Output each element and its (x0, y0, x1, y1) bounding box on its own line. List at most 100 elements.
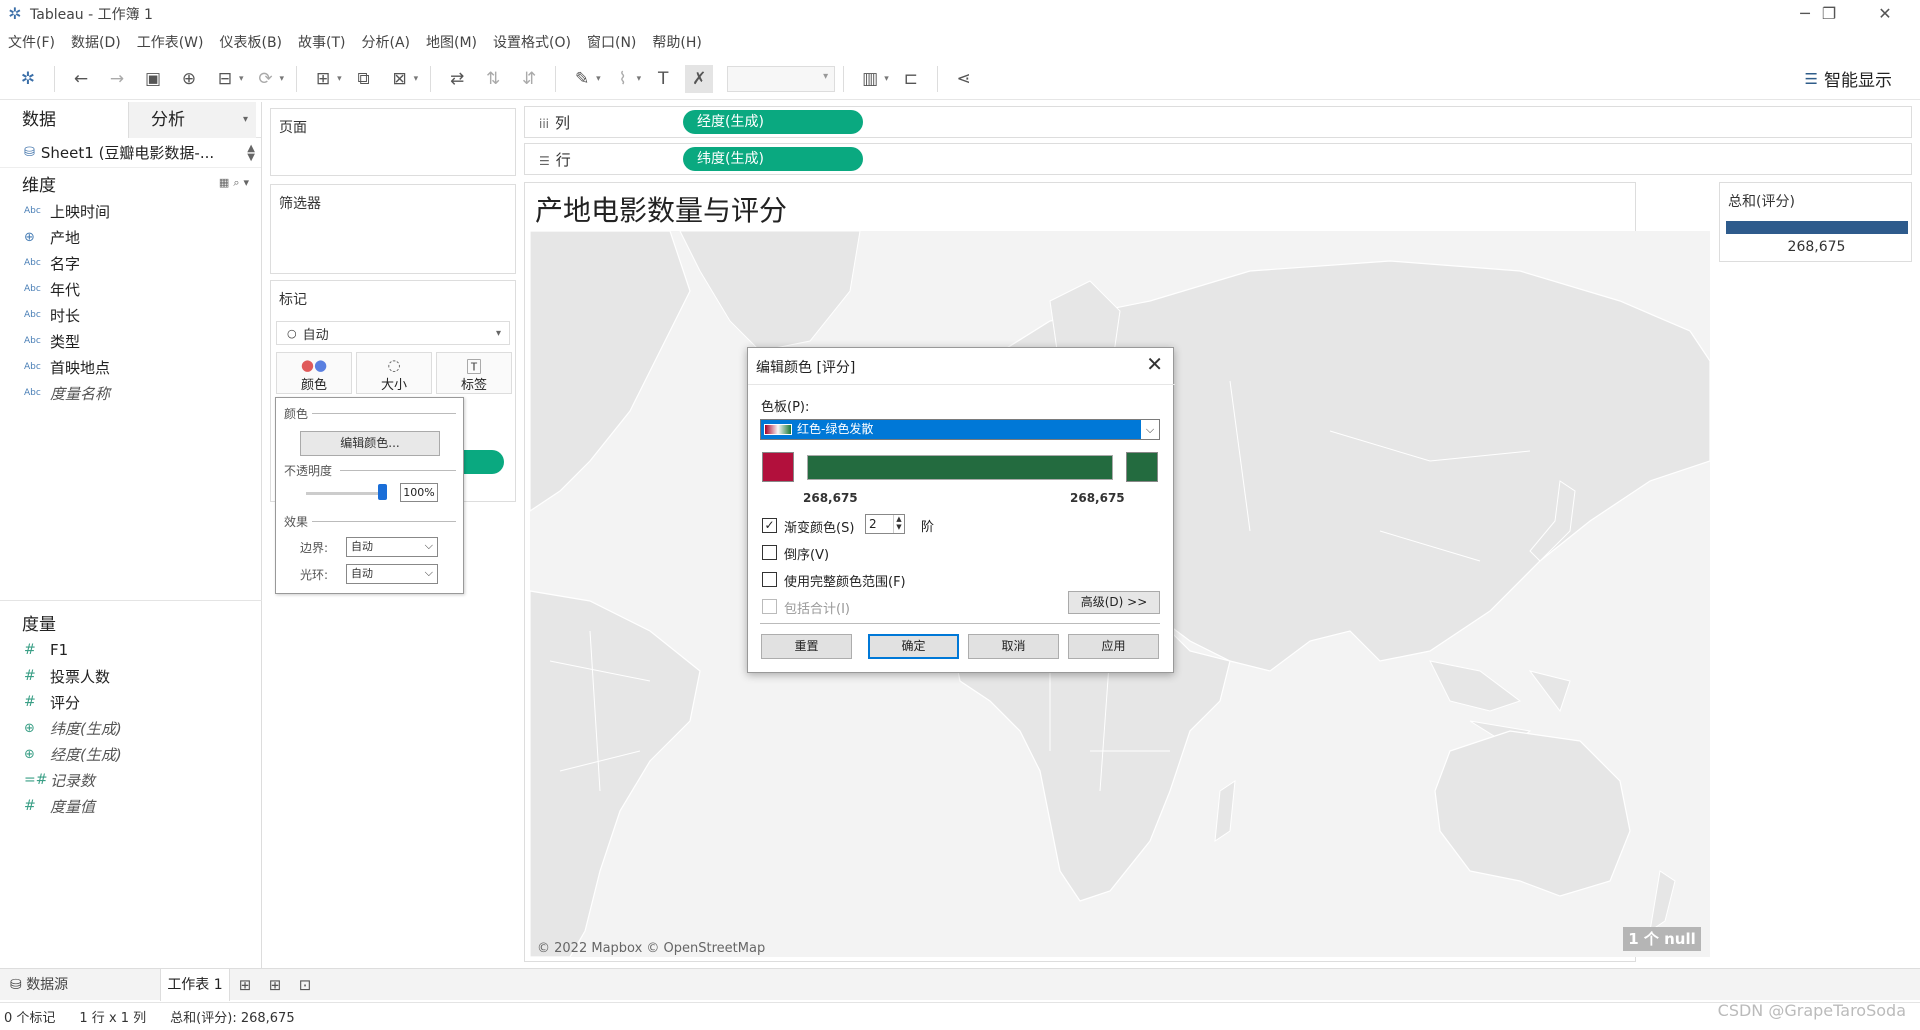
start-color-swatch[interactable] (762, 452, 794, 482)
apply-button[interactable]: 应用 (1068, 634, 1159, 659)
group-icon[interactable]: ⌇ (609, 65, 637, 93)
share-icon[interactable]: ⋖ (950, 65, 978, 93)
sort-ascending-icon[interactable]: ⇅ (479, 65, 507, 93)
measure-item[interactable]: ⊕ 纬度(生成) (0, 715, 262, 741)
measure-item[interactable]: # 评分 (0, 689, 262, 715)
new-datasource-icon[interactable]: ⊕ (175, 65, 203, 93)
new-sheet-icon[interactable]: ⊞ (309, 65, 337, 93)
fit-dropdown[interactable] (727, 65, 836, 92)
presentation-mode-icon[interactable]: ⊏ (897, 65, 925, 93)
latitude-pill[interactable]: 纬度(生成) (683, 147, 863, 171)
color-mark-button[interactable]: ●● 颜色 (276, 352, 352, 394)
chevron-down-icon[interactable]: ▾ (637, 74, 642, 84)
ok-button[interactable]: 确定 (868, 634, 959, 659)
close-icon[interactable]: ✕ (1146, 352, 1163, 376)
new-story-icon[interactable]: ⊡ (290, 976, 320, 994)
tab-analysis[interactable]: 分析 (128, 102, 256, 138)
menu-dashboard[interactable]: 仪表板(B) (219, 32, 282, 52)
measure-item[interactable]: # 投票人数 (0, 663, 262, 689)
border-select[interactable]: 自动 (346, 537, 438, 557)
restore-button[interactable]: ❐ (1806, 0, 1852, 28)
dimension-item[interactable]: Abc 首映地点 (0, 354, 261, 380)
halo-select[interactable]: 自动 (346, 564, 438, 584)
dimension-item[interactable]: Abc 度量名称 (0, 380, 261, 406)
marks-pill[interactable] (462, 450, 504, 474)
stepped-color-checkbox[interactable]: ✓ (762, 518, 777, 533)
sheet-title[interactable]: 产地电影数量与评分 (535, 189, 787, 229)
swap-icon[interactable]: ⇄ (443, 65, 471, 93)
columns-shelf[interactable]: iii 列 经度(生成) (524, 106, 1912, 138)
duplicate-sheet-icon[interactable]: ⧉ (350, 65, 378, 93)
measure-item[interactable]: # 度量值 (0, 793, 262, 819)
menu-file[interactable]: 文件(F) (8, 32, 55, 52)
menu-format[interactable]: 设置格式(O) (493, 32, 571, 52)
menu-map[interactable]: 地图(M) (426, 32, 477, 52)
reversed-checkbox[interactable] (762, 545, 777, 560)
refresh-icon[interactable]: ⟳ (252, 65, 280, 93)
dimension-item[interactable]: Abc 时长 (0, 302, 261, 328)
datasource-tab[interactable]: ⛁ 数据源 (0, 969, 160, 1001)
fix-axes-icon[interactable]: ✗ (685, 64, 714, 93)
new-worksheet-icon[interactable]: ⊞ (230, 976, 260, 994)
new-dashboard-icon[interactable]: ⊞ (260, 976, 290, 994)
mark-type-dropdown[interactable]: ○ 自动 (276, 321, 510, 345)
pause-updates-icon[interactable]: ⊟ (211, 65, 239, 93)
edit-color-button[interactable]: 编辑颜色... (300, 431, 440, 456)
pages-card[interactable]: 页面 (270, 108, 516, 176)
chevron-down-icon[interactable]: ▾ (596, 74, 601, 84)
search-icon[interactable]: ▦⌕▾ (219, 176, 253, 190)
rows-shelf[interactable]: ☰ 行 纬度(生成) (524, 143, 1912, 175)
menu-worksheet[interactable]: 工作表(W) (137, 32, 204, 52)
full-range-checkbox[interactable] (762, 572, 777, 587)
filters-card[interactable]: 筛选器 (270, 184, 516, 274)
sort-descending-icon[interactable]: ⇵ (515, 65, 543, 93)
null-indicator[interactable]: 1 个 null (1623, 927, 1701, 951)
dimension-item[interactable]: Abc 名字 (0, 250, 261, 276)
cancel-button[interactable]: 取消 (968, 634, 1059, 659)
close-window-button[interactable]: ✕ (1862, 0, 1908, 28)
show-cards-icon[interactable]: ▥ (856, 65, 884, 93)
steps-spinner[interactable]: ▲ ▼ (893, 515, 904, 533)
show-me-button[interactable]: ☰ 智能显示 (1805, 66, 1892, 92)
tableau-icon[interactable]: ✲ (14, 65, 42, 93)
opacity-value-input[interactable]: 100% (400, 483, 438, 502)
menu-help[interactable]: 帮助(H) (652, 32, 701, 52)
chevron-down-icon[interactable]: ▾ (884, 74, 889, 84)
menu-window[interactable]: 窗口(N) (587, 32, 636, 52)
reset-button[interactable]: 重置 (761, 634, 852, 659)
measure-item[interactable]: # F1 (0, 637, 262, 663)
opacity-slider-thumb[interactable] (378, 484, 387, 500)
dimension-item[interactable]: Abc 类型 (0, 328, 261, 354)
chevron-down-icon[interactable]: ▾ (337, 74, 342, 84)
chevron-down-icon[interactable]: ⌵ (1141, 420, 1159, 439)
menu-story[interactable]: 故事(T) (298, 32, 345, 52)
updown-icon[interactable]: ▲ ▼ (247, 144, 255, 163)
menu-analysis[interactable]: 分析(A) (362, 32, 411, 52)
redo-icon[interactable]: → (103, 65, 131, 93)
opacity-slider-track[interactable] (306, 492, 384, 495)
palette-select[interactable]: 红色-绿色发散 ⌵ (760, 419, 1160, 440)
datasource-selector[interactable]: ⛁ Sheet1 (豆瓣电影数据-... ▲ ▼ (0, 138, 261, 168)
chevron-down-icon[interactable]: ▾ (239, 74, 244, 84)
dimension-item[interactable]: ⊕ 产地 (0, 224, 261, 250)
chevron-down-icon[interactable]: ▾ (280, 74, 285, 84)
advanced-button[interactable]: 高级(D) >> (1068, 591, 1160, 614)
save-icon[interactable]: ▣ (139, 65, 167, 93)
dimension-item[interactable]: Abc 年代 (0, 276, 261, 302)
longitude-pill[interactable]: 经度(生成) (683, 110, 863, 134)
sheet-tab[interactable]: 工作表 1 (160, 968, 230, 1001)
measure-item[interactable]: =# 记录数 (0, 767, 262, 793)
show-labels-icon[interactable]: T (649, 65, 677, 93)
highlight-icon[interactable]: ✎ (568, 65, 596, 93)
clear-sheet-icon[interactable]: ⊠ (386, 65, 414, 93)
tab-data[interactable]: 数据 (0, 102, 128, 138)
measure-item[interactable]: ⊕ 经度(生成) (0, 741, 262, 767)
size-mark-button[interactable]: ◌ 大小 (356, 352, 432, 394)
color-legend[interactable]: 总和(评分) 268,675 (1719, 182, 1912, 262)
dimension-item[interactable]: Abc 上映时间 (0, 198, 261, 224)
end-color-swatch[interactable] (1126, 452, 1158, 482)
undo-icon[interactable]: ← (67, 65, 95, 93)
chevron-down-icon[interactable]: ▾ (414, 74, 419, 84)
menu-data[interactable]: 数据(D) (71, 32, 121, 52)
label-mark-button[interactable]: 🅃 标签 (436, 352, 512, 394)
